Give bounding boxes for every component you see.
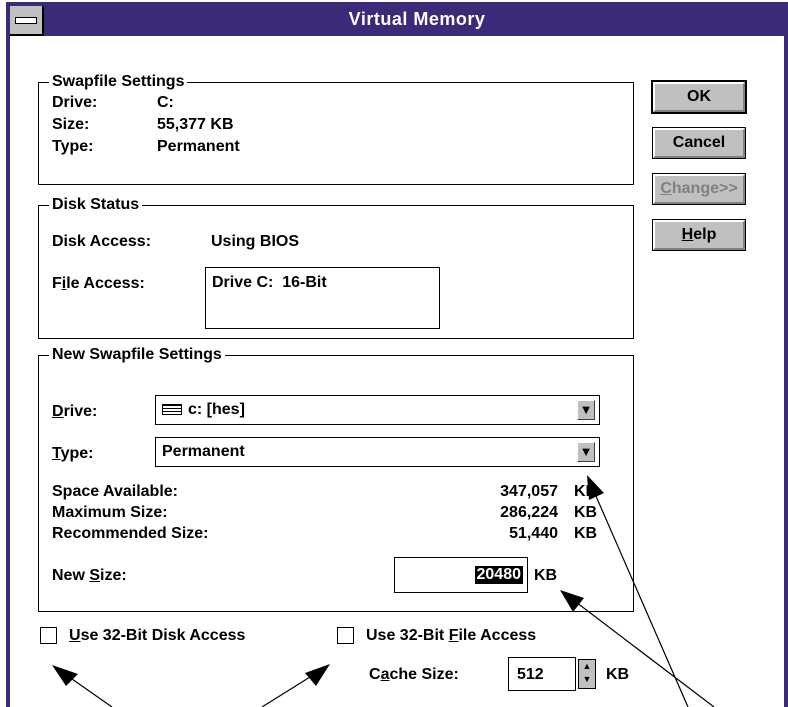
new-swapfile-settings-group: New Swapfile Settings Drive: c: [hes] ▼ … [38, 346, 634, 612]
disk-32bit-label[interactable]: Use 32-Bit Disk Access [69, 627, 245, 645]
swapfile-size-label: Size: [52, 116, 90, 133]
space-available-unit: KB [574, 483, 598, 500]
swapfile-settings-legend: Swapfile Settings [49, 73, 188, 91]
new-size-unit: KB [534, 567, 558, 584]
system-menu-icon [15, 17, 37, 24]
cache-size-spinner[interactable]: ▲ ▼ [578, 659, 596, 689]
drive-dropdown-arrow-icon[interactable]: ▼ [577, 400, 595, 420]
new-swapfile-settings-legend: New Swapfile Settings [49, 346, 225, 364]
type-dropdown[interactable]: Permanent ▼ [155, 437, 600, 467]
help-button[interactable]: Help [652, 219, 746, 251]
help-button-mnemonic: H [681, 226, 694, 243]
spin-up-icon[interactable]: ▲ [579, 660, 595, 673]
space-available-value: 347,057 [500, 483, 558, 500]
disk-access-value: Using BIOS [211, 233, 300, 250]
type-dropdown-arrow-icon[interactable]: ▼ [577, 442, 595, 462]
cache-size-label: Cache Size: [369, 666, 459, 683]
maximum-size-label: Maximum Size: [52, 504, 168, 521]
cache-size-unit: KB [606, 666, 630, 683]
system-menu-button[interactable] [10, 6, 44, 36]
swapfile-drive-value: C: [157, 94, 174, 111]
change-button-rest: hange>> [671, 180, 738, 197]
new-size-input[interactable]: 20480 [394, 557, 528, 593]
file-access-listbox[interactable]: Drive C: 16-Bit [205, 267, 440, 329]
title-bar: Virtual Memory [10, 6, 784, 36]
maximum-size-unit: KB [574, 504, 598, 521]
swapfile-type-value: Permanent [157, 138, 240, 155]
recommended-size-label: Recommended Size: [52, 525, 209, 542]
swapfile-size-value: 55,377 KB [157, 116, 234, 133]
drive-dropdown-text: c: [hes] [188, 401, 245, 418]
disk-status-group: Disk Status Disk Access: Using BIOS File… [38, 196, 634, 339]
file-32bit-checkbox[interactable] [337, 627, 354, 644]
hard-drive-icon [162, 404, 182, 416]
cancel-button[interactable]: Cancel [652, 127, 746, 159]
cache-size-value: 512 [517, 666, 544, 683]
window-title: Virtual Memory [348, 9, 486, 29]
file-32bit-label[interactable]: Use 32-Bit File Access [366, 627, 536, 645]
ok-button[interactable]: OK [651, 80, 747, 114]
help-button-rest: elp [693, 226, 717, 243]
maximum-size-value: 286,224 [500, 504, 558, 521]
type-dropdown-value: Permanent [162, 443, 245, 460]
disk-32bit-checkbox[interactable] [40, 627, 57, 644]
spin-down-icon[interactable]: ▼ [579, 673, 595, 686]
swapfile-type-label: Type: [52, 138, 94, 155]
swapfile-drive-label: Drive: [52, 94, 98, 111]
change-button-mnemonic: C [660, 180, 672, 197]
space-available-label: Space Available: [52, 483, 178, 500]
new-drive-label: Drive: [52, 403, 98, 420]
recommended-size-value: 51,440 [509, 525, 558, 542]
file-access-label: File Access: [52, 275, 145, 292]
new-size-value: 20480 [474, 566, 523, 584]
swapfile-settings-group: Swapfile Settings Drive: C: Size: 55,377… [38, 73, 634, 185]
disk-status-legend: Disk Status [49, 196, 143, 214]
recommended-size-unit: KB [574, 525, 598, 542]
new-type-label: Type: [52, 445, 94, 462]
change-button[interactable]: Change>> [652, 173, 746, 205]
drive-dropdown-value: c: [hes] [162, 401, 245, 419]
disk-access-label: Disk Access: [52, 233, 152, 250]
new-size-label: New Size: [52, 567, 127, 584]
drive-dropdown[interactable]: c: [hes] ▼ [155, 395, 600, 425]
cache-size-input[interactable]: 512 [508, 657, 576, 691]
file-access-value: Drive C: 16-Bit [212, 274, 327, 291]
